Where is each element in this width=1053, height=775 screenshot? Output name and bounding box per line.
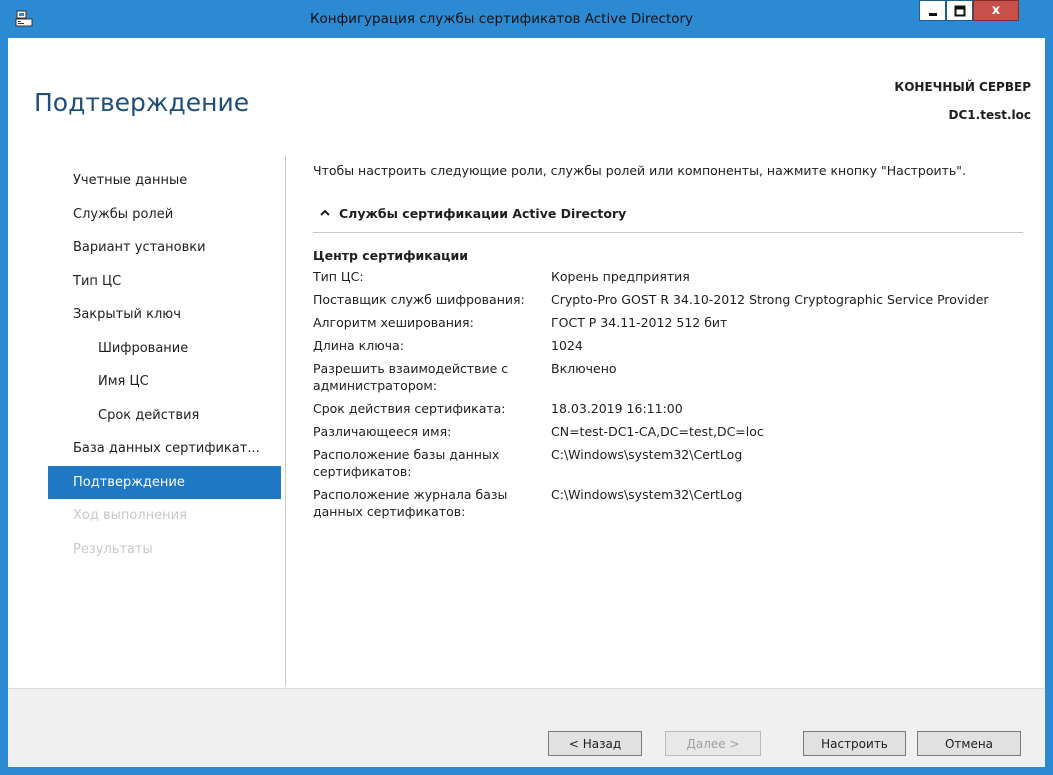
nav-item[interactable]: Учетные данные: [48, 164, 281, 198]
minimize-icon: [928, 12, 937, 16]
maximize-icon: [954, 5, 965, 16]
close-icon: x: [991, 3, 1001, 18]
page-title: Подтверждение: [34, 88, 250, 117]
wizard-window: Конфигурация службы сертификатов Active …: [0, 0, 1053, 775]
maximize-button[interactable]: [946, 0, 973, 21]
detail-value: Включено: [551, 361, 617, 376]
details-list: Тип ЦС: Корень предприятия Поставщик служб…: [313, 265, 1023, 523]
destination-server-label: КОНЕЧНЫЙ СЕРВЕР: [894, 80, 1031, 94]
detail-value: C:\Windows\system32\CertLog: [551, 487, 743, 502]
detail-key: Различающееся имя:: [313, 424, 452, 439]
confirmation-content: Чтобы настроить следующие роли, службы р…: [313, 162, 1023, 523]
nav-item[interactable]: Вариант установки: [48, 231, 281, 265]
detail-row: Поставщик служб шифрования: Crypto-Pro GO…: [313, 288, 1023, 311]
section-header[interactable]: Службы сертификации Active Directory: [313, 202, 1023, 224]
detail-key: Разрешить взаимодействие с администратор…: [313, 361, 509, 393]
nav-item[interactable]: Подтверждение: [48, 465, 281, 499]
window-title: Конфигурация службы сертификатов Active …: [309, 11, 694, 27]
detail-key: Алгоритм хеширования:: [313, 315, 474, 330]
nav-item[interactable]: Шифрование: [48, 332, 281, 366]
detail-value: CN=test-DC1-CA,DC=test,DC=loc: [551, 424, 764, 439]
wizard-client-area: Подтверждение КОНЕЧНЫЙ СЕРВЕР DC1.test.l…: [8, 38, 1045, 767]
group-title: Центр сертификации: [313, 248, 468, 263]
nav-item[interactable]: Службы ролей: [48, 198, 281, 232]
nav-item[interactable]: База данных сертификат...: [48, 432, 281, 466]
nav-divider: [285, 156, 286, 686]
detail-value: 18.03.2019 16:11:00: [551, 401, 683, 416]
nav-item[interactable]: Закрытый ключ: [48, 298, 281, 332]
detail-row: Срок действия сертификата: 18.03.2019 16:…: [313, 397, 1023, 420]
back-button[interactable]: < Назад: [548, 731, 642, 756]
detail-key: Расположение базы данных сертификатов:: [313, 447, 500, 479]
nav-item: Ход выполнения: [73, 508, 187, 523]
destination-server-name: DC1.test.loc: [948, 108, 1031, 122]
detail-value: Корень предприятия: [551, 269, 690, 284]
wizard-steps-nav: Учетные данные Службы ролей Вариант устано…: [48, 164, 281, 566]
detail-row: Расположение журнала базы данных сертифи…: [313, 483, 1023, 523]
detail-row: Разрешить взаимодействие с администратор…: [313, 357, 1023, 397]
nav-item[interactable]: Срок действия: [48, 399, 281, 433]
minimize-button[interactable]: [919, 0, 946, 21]
next-button[interactable]: Далее >: [665, 731, 761, 756]
detail-key: Поставщик служб шифрования:: [313, 292, 525, 307]
chevron-up-icon[interactable]: [319, 207, 331, 219]
nav-item: Результаты: [73, 541, 153, 557]
detail-row: Алгоритм хеширования: ГОСТ Р 34.11-2012 5…: [313, 311, 1023, 334]
close-button[interactable]: x: [973, 0, 1019, 21]
detail-key: Срок действия сертификата:: [313, 401, 506, 416]
detail-key: Тип ЦС:: [313, 269, 364, 284]
intro-text: Чтобы настроить следующие роли, службы р…: [313, 163, 967, 178]
detail-row: Длина ключа: 1024: [313, 334, 1023, 357]
title-bar[interactable]: Конфигурация службы сертификатов Active …: [0, 0, 1053, 38]
nav-item[interactable]: Имя ЦС: [48, 365, 281, 399]
detail-key: Длина ключа:: [313, 338, 405, 353]
detail-value: 1024: [551, 338, 583, 353]
detail-value: ГОСТ Р 34.11-2012 512 бит: [551, 315, 728, 330]
detail-row: Расположение базы данных сертификатов: C:…: [313, 443, 1023, 483]
detail-value: Crypto-Pro GOST R 34.10-2012 Strong Cryp…: [551, 292, 989, 307]
wizard-footer: < Назад Далее > Настроить Отмена: [8, 688, 1045, 767]
detail-key: Расположение журнала базы данных сертифи…: [313, 487, 508, 519]
section-divider: [313, 232, 1023, 233]
nav-item[interactable]: Тип ЦС: [48, 265, 281, 299]
detail-row: Тип ЦС: Корень предприятия: [313, 265, 1023, 288]
section-title: Службы сертификации Active Directory: [339, 205, 627, 221]
cancel-button[interactable]: Отмена: [917, 731, 1021, 756]
detail-value: C:\Windows\system32\CertLog: [551, 447, 743, 462]
detail-row: Различающееся имя: CN=test-DC1-CA,DC=test…: [313, 420, 1023, 443]
configure-button[interactable]: Настроить: [803, 731, 906, 756]
